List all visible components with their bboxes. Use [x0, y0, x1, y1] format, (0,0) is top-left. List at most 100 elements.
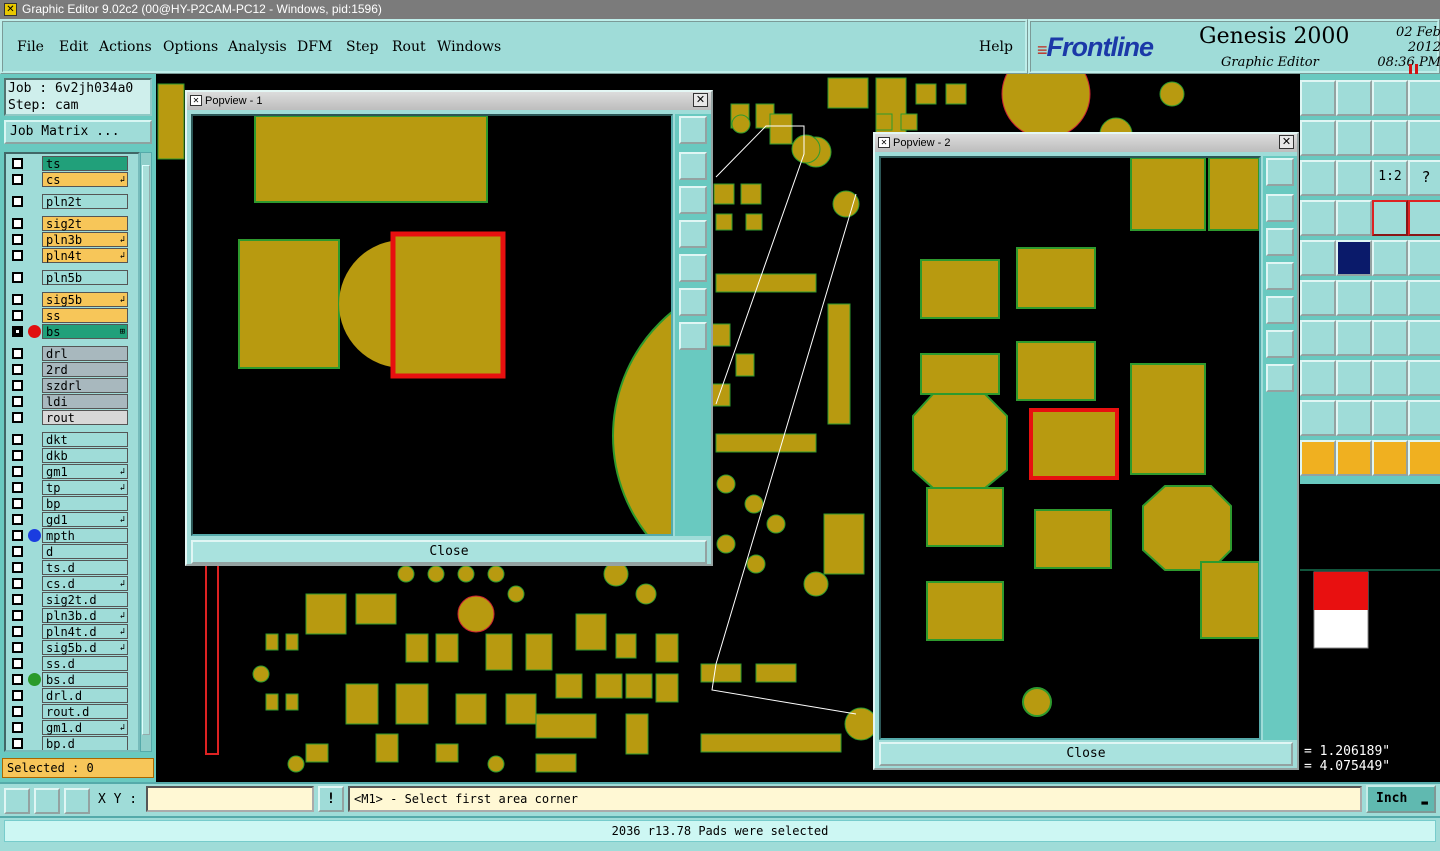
layer-row-pln3b[interactable]: pln3b ↲ [8, 232, 128, 247]
layer-row-mpth[interactable]: mpth [8, 528, 128, 543]
menu-options[interactable]: Options [163, 39, 218, 55]
tool-a-shape[interactable] [1336, 400, 1372, 436]
tool-cursor-icon[interactable] [1372, 440, 1408, 476]
layer-name[interactable]: bp.d [42, 736, 128, 750]
tool-shapes-icon[interactable] [1408, 360, 1440, 396]
zoom-window-button[interactable] [1266, 158, 1294, 186]
layer-name[interactable]: ss.d [42, 656, 128, 671]
layer-name[interactable]: pln4t.d ↲ [42, 624, 128, 639]
layer-row-gm1[interactable]: gm1 ↲ [8, 464, 128, 479]
close-icon[interactable]: ✕ [1279, 135, 1294, 149]
layer-checkbox[interactable] [12, 722, 23, 733]
layer-checkbox[interactable] [12, 348, 23, 359]
scroll-thumb[interactable] [142, 165, 150, 735]
pan-down-button[interactable] [679, 186, 707, 214]
layer-name[interactable]: gm1.d ↲ [42, 720, 128, 735]
popview-2-titlebar[interactable]: ✕ Popview - 2 ✕ [875, 134, 1297, 152]
tool-right[interactable] [1336, 120, 1372, 156]
tool-fit[interactable] [1300, 160, 1336, 196]
menu-step[interactable]: Step [346, 39, 378, 55]
layer-name[interactable]: bp [42, 496, 128, 511]
layer-row-cs[interactable]: cs ↲ [8, 172, 128, 187]
tool-select[interactable] [1300, 440, 1336, 476]
layer-name[interactable]: cs ↲ [42, 172, 128, 187]
layer-name[interactable]: ts [42, 156, 128, 171]
layer-checkbox[interactable] [12, 738, 23, 749]
layer-row-pln3b-d[interactable]: pln3b.d ↲ [8, 608, 128, 623]
tool-measure[interactable] [1336, 360, 1372, 396]
job-matrix-button[interactable]: Job Matrix ... [4, 120, 152, 144]
layer-row-2rd[interactable]: 2rd [8, 362, 128, 377]
pan-down-button[interactable] [1266, 228, 1294, 256]
layer-name[interactable]: gm1 ↲ [42, 464, 128, 479]
layer-checkbox[interactable] [12, 658, 23, 669]
menu-analysis[interactable]: Analysis [228, 39, 287, 55]
layer-checkbox[interactable] [12, 396, 23, 407]
layer-row-bp-d[interactable]: bp.d [8, 736, 128, 750]
layer-row-pln5b[interactable]: pln5b [8, 270, 128, 285]
layer-row-dkt[interactable]: dkt [8, 432, 128, 447]
layer-row-bp[interactable]: bp [8, 496, 128, 511]
layer-checkbox[interactable] [12, 610, 23, 621]
zoom-in-button[interactable] [1266, 364, 1294, 392]
layer-row-gd1[interactable]: gd1 ↲ [8, 512, 128, 527]
layer-checkbox[interactable] [12, 196, 23, 207]
popview-2-view[interactable] [879, 156, 1261, 740]
layer-checkbox[interactable] [12, 482, 23, 493]
tool-grid[interactable] [1300, 200, 1336, 236]
layer-row-sig5b-d[interactable]: sig5b.d ↲ [8, 640, 128, 655]
menu-file[interactable]: File [17, 39, 44, 55]
layer-checkbox[interactable] [12, 218, 23, 229]
layer-name[interactable]: d [42, 544, 128, 559]
layer-row-gm1-d[interactable]: gm1.d ↲ [8, 720, 128, 735]
layer-checkbox[interactable] [12, 578, 23, 589]
tool-zoom[interactable] [1300, 120, 1336, 156]
tool-a-shape-3[interactable] [1408, 400, 1440, 436]
layer-checkbox[interactable] [12, 234, 23, 245]
layer-name[interactable]: gd1 ↲ [42, 512, 128, 527]
zoom-out-button[interactable] [679, 288, 707, 316]
popview-1-titlebar[interactable]: ✕ Popview - 1 ✕ [187, 92, 711, 110]
tool-wave[interactable] [1408, 120, 1440, 156]
layer-row-tp[interactable]: tp ↲ [8, 480, 128, 495]
layer-checkbox[interactable] [12, 294, 23, 305]
layer-checkbox[interactable] [12, 364, 23, 375]
tool-center[interactable] [1336, 160, 1372, 196]
popview-2-close-button[interactable]: Close [879, 742, 1293, 766]
menu-actions[interactable]: Actions [99, 39, 152, 55]
layer-row-pln4t-d[interactable]: pln4t.d ↲ [8, 624, 128, 639]
layer-row-rout[interactable]: rout [8, 410, 128, 425]
tool-snap[interactable] [1336, 240, 1372, 276]
tool-diag[interactable] [1336, 320, 1372, 356]
layer-checkbox[interactable] [12, 626, 23, 637]
layer-checkbox[interactable] [12, 158, 23, 169]
layer-row-pln4t[interactable]: pln4t ↲ [8, 248, 128, 263]
layer-name[interactable]: rout [42, 410, 128, 425]
layer-row-ts[interactable]: ts [8, 156, 128, 171]
layer-checkbox[interactable] [12, 412, 23, 423]
layer-name[interactable]: ts.d [42, 560, 128, 575]
layer-name[interactable]: 2rd [42, 362, 128, 377]
tool-traffic-2[interactable] [1408, 200, 1440, 236]
layer-name[interactable]: cs.d ↲ [42, 576, 128, 591]
layer-row-rout-d[interactable]: rout.d [8, 704, 128, 719]
tool-pad[interactable] [1300, 280, 1336, 316]
menu-help[interactable]: Help [979, 39, 1013, 55]
layer-name[interactable]: sig5b.d ↲ [42, 640, 128, 655]
tool-flip-icon[interactable] [1408, 320, 1440, 356]
pan-right-button[interactable] [679, 254, 707, 282]
layer-scrollbar[interactable] [140, 152, 152, 752]
tool-select-2[interactable] [1336, 440, 1372, 476]
layer-checkbox[interactable] [12, 498, 23, 509]
layer-name[interactable]: ldi [42, 394, 128, 409]
tool-grid-2[interactable] [1336, 200, 1372, 236]
layer-checkbox[interactable] [12, 530, 23, 541]
tool-ratio[interactable]: 1:2 [1372, 160, 1408, 196]
layer-name[interactable]: sig2t.d [42, 592, 128, 607]
tool-traffic[interactable] [1372, 200, 1408, 236]
layer-name[interactable]: pln5b [42, 270, 128, 285]
layer-checkbox[interactable] [12, 546, 23, 557]
tool-a-shape-2[interactable] [1372, 400, 1408, 436]
tool-mirror[interactable] [1372, 120, 1408, 156]
layer-row-pln2t[interactable]: pln2t [8, 194, 128, 209]
